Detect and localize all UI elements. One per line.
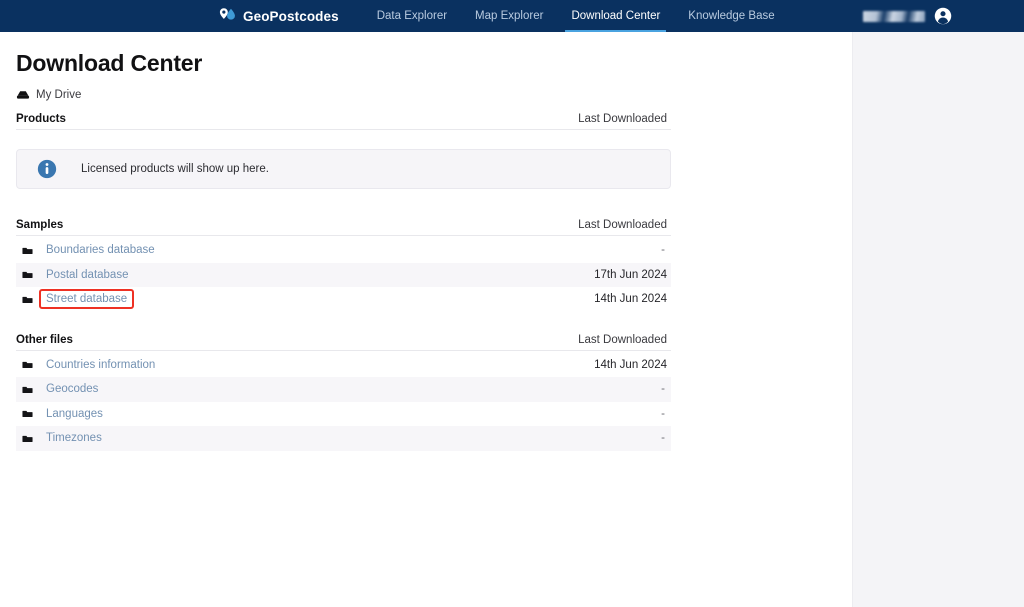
top-navbar: GeoPostcodes Data Explorer Map Explorer … [0, 0, 1024, 32]
section-samples-header: Samples Last Downloaded [16, 219, 671, 236]
list-item-last-downloaded: - [661, 408, 667, 420]
user-account-icon[interactable] [934, 7, 952, 25]
breadcrumb-my-drive[interactable]: My Drive [16, 88, 81, 102]
list-item-last-downloaded: 17th Jun 2024 [594, 269, 667, 281]
nav-link-data-explorer[interactable]: Data Explorer [363, 0, 461, 32]
list-item[interactable]: Geocodes - [16, 377, 671, 402]
list-item-last-downloaded: 14th Jun 2024 [594, 359, 667, 371]
list-item-label-highlighted[interactable]: Street database [41, 291, 132, 307]
folder-icon [22, 433, 33, 444]
brand-logo-group[interactable]: GeoPostcodes [218, 7, 339, 26]
section-other-files: Other files Last Downloaded Countries in… [16, 334, 671, 451]
list-item-label[interactable]: Languages [46, 408, 103, 420]
navbar-links: Data Explorer Map Explorer Download Cent… [363, 0, 789, 32]
section-other-files-header: Other files Last Downloaded [16, 334, 671, 351]
info-circle-icon [37, 159, 57, 179]
section-products-title: Products [16, 113, 66, 125]
drive-icon [16, 88, 30, 102]
products-empty-notice: Licensed products will show up here. [16, 149, 671, 189]
navbar-center-group: GeoPostcodes Data Explorer Map Explorer … [218, 0, 789, 32]
list-item-label[interactable]: Countries information [46, 359, 155, 371]
other-files-row-list: Countries information 14th Jun 2024 Geoc… [16, 353, 671, 451]
navbar-account-group[interactable] [863, 0, 952, 32]
page-title: Download Center [16, 50, 852, 77]
list-item-last-downloaded: - [661, 244, 667, 256]
folder-icon [22, 245, 33, 256]
nav-link-download-center[interactable]: Download Center [557, 0, 674, 32]
list-item-label[interactable]: Timezones [46, 432, 102, 444]
list-item[interactable]: Postal database 17th Jun 2024 [16, 263, 671, 288]
geopostcodes-pin-droplet-logo-icon [218, 7, 237, 26]
section-products-header: Products Last Downloaded [16, 113, 671, 130]
folder-icon [22, 359, 33, 370]
list-item[interactable]: Street database 14th Jun 2024 [16, 287, 671, 312]
main-content: Download Center My Drive Products Last D… [0, 32, 852, 607]
list-item[interactable]: Boundaries database - [16, 238, 671, 263]
list-item-label[interactable]: Geocodes [46, 383, 98, 395]
section-other-files-title: Other files [16, 334, 73, 346]
list-item[interactable]: Languages - [16, 402, 671, 427]
folder-icon [22, 408, 33, 419]
brand-name: GeoPostcodes [243, 9, 339, 24]
right-side-panel [852, 32, 1024, 607]
section-products: Products Last Downloaded Licensed produc… [16, 113, 671, 189]
user-name-redacted [863, 11, 925, 22]
breadcrumb-label: My Drive [36, 89, 81, 101]
section-samples-title: Samples [16, 219, 63, 231]
list-item-label[interactable]: Boundaries database [46, 244, 155, 256]
list-item-last-downloaded: - [661, 432, 667, 444]
nav-link-map-explorer[interactable]: Map Explorer [461, 0, 557, 32]
list-item-last-downloaded: - [661, 383, 667, 395]
list-item[interactable]: Countries information 14th Jun 2024 [16, 353, 671, 378]
products-empty-notice-text: Licensed products will show up here. [81, 163, 269, 175]
nav-link-knowledge-base[interactable]: Knowledge Base [674, 0, 788, 32]
folder-icon [22, 384, 33, 395]
section-products-column-label: Last Downloaded [578, 113, 667, 125]
section-samples-column-label: Last Downloaded [578, 219, 667, 231]
list-item[interactable]: Timezones - [16, 426, 671, 451]
list-item-label[interactable]: Postal database [46, 269, 128, 281]
samples-row-list: Boundaries database - Postal database 17… [16, 238, 671, 312]
section-other-files-column-label: Last Downloaded [578, 334, 667, 346]
folder-icon [22, 294, 33, 305]
folder-icon [22, 269, 33, 280]
section-samples: Samples Last Downloaded Boundaries datab… [16, 219, 671, 312]
list-item-last-downloaded: 14th Jun 2024 [594, 293, 667, 305]
